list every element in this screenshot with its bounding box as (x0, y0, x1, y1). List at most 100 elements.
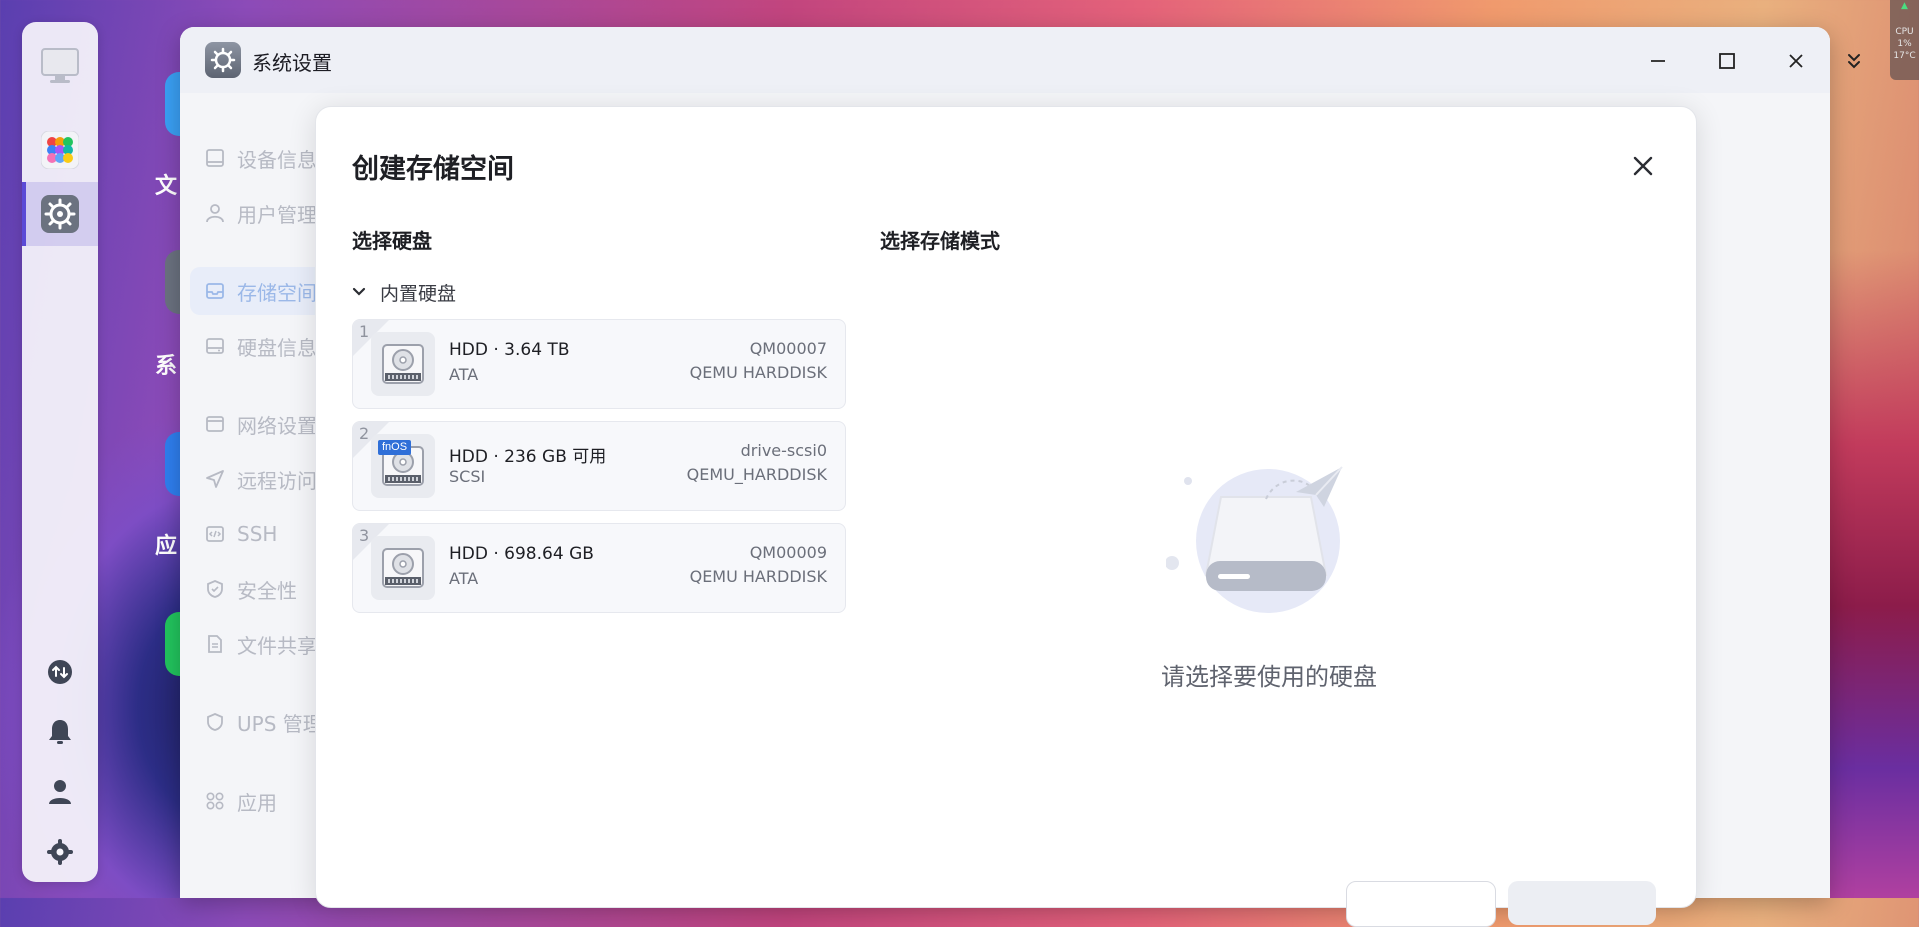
disk-serial: QM00007 (749, 339, 827, 358)
sidebar-item-label: 网络设置 (237, 413, 317, 438)
sidebar-item-file-sharing[interactable]: 文件共享 (205, 629, 317, 659)
dock-user[interactable] (22, 768, 98, 816)
sidebar-item-label: 安全性 (237, 578, 297, 603)
network-indicator: ▲ (1901, 1, 1908, 11)
desktop-label-settings: 系 (155, 354, 178, 379)
dock-settings[interactable] (22, 828, 98, 876)
close-icon (1633, 156, 1653, 176)
empty-state-message: 请选择要使用的硬盘 (1161, 663, 1377, 691)
gear-icon (47, 839, 73, 865)
transfer-icon (48, 660, 72, 684)
gear-icon (41, 195, 79, 233)
sidebar-item-network[interactable]: 网络设置 (205, 409, 317, 439)
create-storage-dialog: 创建存储空间 选择硬盘 选择存储模式 内置硬盘 1 HDD · 3.64 TB … (315, 106, 1697, 927)
select-mode-heading: 选择存储模式 (880, 229, 1000, 253)
sidebar-item-label: 文件共享 (237, 633, 317, 658)
collapse-button[interactable] (1837, 44, 1871, 78)
hdd-icon (371, 332, 435, 396)
disk-index: 3 (359, 526, 370, 545)
maximize-icon (1719, 53, 1735, 69)
disk-card-1[interactable]: 1 HDD · 3.64 TB ATA QM00007 QEMU HARDDIS… (352, 319, 846, 409)
disk-card-2[interactable]: 2 fnOS HDD · 236 GB 可用 SCSI drive-scsi0 … (352, 421, 846, 511)
dock-notifications[interactable] (22, 708, 98, 756)
sidebar-item-device-info[interactable]: 设备信息 (205, 143, 317, 173)
dialog-close-button[interactable] (1626, 149, 1660, 183)
bell-icon (49, 720, 71, 744)
sidebar-item-label: 存储空间 (237, 280, 317, 305)
dock-transfer[interactable] (22, 648, 98, 696)
close-window-button[interactable] (1778, 43, 1814, 79)
system-status-widget[interactable]: ▲ CPU 1% 17°C (1890, 0, 1919, 80)
code-icon (206, 526, 224, 542)
hdd-icon (371, 536, 435, 600)
disk-index: 1 (359, 322, 370, 341)
hard-disk-icon (206, 338, 224, 354)
sidebar-item-ups[interactable]: UPS 管理 (205, 707, 323, 737)
disk-serial: drive-scsi0 (740, 441, 827, 460)
system-disk-badge: fnOS (378, 440, 412, 455)
dock (22, 22, 98, 882)
double-chevron-down-icon (1848, 54, 1860, 69)
storage-icon (206, 283, 224, 299)
desktop-label-files: 文 (155, 174, 178, 199)
cpu-label: CPU (1895, 27, 1914, 37)
sidebar-item-label: 远程访问 (237, 468, 317, 493)
minimize-button[interactable] (1640, 43, 1676, 79)
sidebar-item-label: 应用 (237, 790, 277, 815)
sidebar-item-disk-info[interactable]: 硬盘信息 (205, 331, 317, 361)
sidebar-item-users[interactable]: 用户管理 (205, 198, 317, 228)
temperature-value: 17°C (1893, 51, 1916, 61)
disk-index: 2 (359, 424, 370, 443)
disk-bus: ATA (449, 569, 479, 588)
next-button[interactable] (1508, 881, 1656, 925)
select-disk-heading: 选择硬盘 (352, 229, 432, 253)
disk-title: HDD · 698.64 GB (449, 544, 594, 564)
sidebar-item-remote-access[interactable]: 远程访问 (205, 464, 317, 494)
apps-icon (206, 792, 224, 810)
user-icon (49, 780, 71, 804)
cancel-button[interactable] (1346, 881, 1496, 927)
sidebar-item-apps[interactable]: 应用 (205, 786, 277, 816)
sidebar-item-storage[interactable]: 存储空间 (205, 276, 317, 306)
disk-bus: ATA (449, 365, 479, 384)
send-icon (206, 470, 224, 488)
window-title: 系统设置 (252, 51, 332, 75)
disk-card-3[interactable]: 3 HDD · 698.64 GB ATA QM00009 QEMU HARDD… (352, 523, 846, 613)
shield-icon (207, 580, 223, 598)
sidebar-item-label: UPS 管理 (237, 711, 323, 736)
user-icon (206, 204, 224, 223)
disk-bus: SCSI (449, 467, 486, 486)
settings-sidebar: 设备信息 用户管理 存储空间 硬盘信息 网络设置 远程访问 SSH 安全性 文件… (180, 93, 330, 898)
shield-icon (207, 713, 223, 731)
maximize-button[interactable] (1709, 43, 1745, 79)
settings-app-icon (205, 42, 241, 78)
dock-system-settings[interactable] (22, 182, 98, 246)
dock-desktop[interactable] (22, 34, 98, 98)
disk-model: QEMU HARDDISK (689, 567, 827, 586)
group-label: 内置硬盘 (380, 282, 457, 305)
disk-model: QEMU HARDDISK (689, 363, 827, 382)
network-icon (206, 416, 224, 432)
disk-title: HDD · 3.64 TB (449, 340, 570, 360)
dialog-title: 创建存储空间 (352, 154, 514, 185)
disk-model: QEMU_HARDDISK (686, 465, 827, 484)
chevron-down-icon (352, 287, 366, 296)
dock-app-center[interactable] (22, 118, 98, 182)
internal-disks-group-toggle[interactable]: 内置硬盘 (352, 277, 456, 307)
close-icon (1789, 54, 1803, 68)
sidebar-item-label: 硬盘信息 (237, 335, 317, 360)
sidebar-item-security[interactable]: 安全性 (205, 574, 297, 604)
minimize-icon (1651, 60, 1665, 62)
wallpaper-right (1819, 250, 1919, 898)
monitor-icon (41, 48, 79, 83)
sidebar-item-label: 用户管理 (237, 202, 317, 227)
sidebar-item-label: SSH (237, 522, 278, 546)
empty-disk-illustration (1166, 466, 1343, 613)
disk-title: HDD · 236 GB 可用 (449, 447, 607, 467)
cpu-value: 1% (1897, 39, 1912, 49)
device-icon (206, 149, 224, 167)
title-bar[interactable]: 系统设置 (180, 27, 1830, 93)
gear-icon (210, 47, 236, 73)
app-grid-icon (41, 131, 79, 169)
sidebar-item-ssh[interactable]: SSH (205, 519, 277, 549)
